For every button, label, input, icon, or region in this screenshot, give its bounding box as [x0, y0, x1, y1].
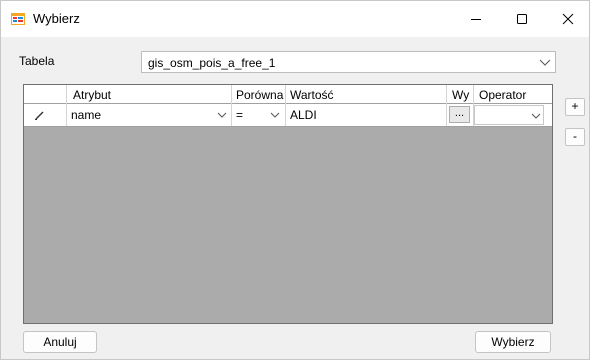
- attribute-value: name: [71, 108, 102, 122]
- window-title: Wybierz: [33, 11, 80, 26]
- minimize-icon: [471, 19, 481, 20]
- conditions-grid[interactable]: Atrybut Porówna Wartość Wy Operator name…: [23, 84, 553, 324]
- chevron-down-icon: [539, 59, 551, 66]
- cancel-button[interactable]: Anuluj: [23, 331, 97, 353]
- value-field[interactable]: ALDI: [286, 104, 447, 126]
- title-bar[interactable]: Wybierz: [1, 1, 589, 37]
- table-select-value: gis_osm_pois_a_free_1: [148, 56, 276, 70]
- chevron-down-icon: [217, 112, 227, 118]
- close-icon: [562, 13, 574, 25]
- form-icon: [11, 12, 25, 26]
- attribute-dropdown[interactable]: name: [67, 104, 232, 126]
- add-row-button[interactable]: +: [565, 98, 585, 116]
- header-operator[interactable]: Operator: [474, 85, 552, 104]
- header-picker[interactable]: Wy: [447, 85, 474, 104]
- table-row[interactable]: name = ALDI ...: [24, 104, 552, 127]
- header-value[interactable]: Wartość: [286, 85, 447, 104]
- maximize-icon: [517, 14, 527, 24]
- operator-dropdown[interactable]: [474, 105, 544, 125]
- remove-row-button[interactable]: -: [565, 128, 585, 146]
- table-label: Tabela: [19, 54, 55, 68]
- header-attribute[interactable]: Atrybut: [67, 85, 232, 104]
- select-button[interactable]: Wybierz: [475, 331, 551, 353]
- operator-cell: [474, 104, 552, 126]
- chevron-down-icon: [270, 112, 280, 118]
- value-picker-cell: ...: [447, 104, 474, 126]
- value-picker-button[interactable]: ...: [449, 106, 470, 123]
- table-select[interactable]: gis_osm_pois_a_free_1: [141, 51, 556, 73]
- header-comparison[interactable]: Porówna: [232, 85, 286, 104]
- comparison-dropdown[interactable]: =: [232, 104, 286, 126]
- close-button[interactable]: [545, 1, 590, 37]
- comparison-value: =: [236, 108, 244, 122]
- row-selector[interactable]: [24, 104, 67, 126]
- maximize-button[interactable]: [499, 1, 545, 37]
- chevron-down-icon: [531, 113, 541, 119]
- edit-pencil-icon: [35, 111, 44, 120]
- grid-header: Atrybut Porówna Wartość Wy Operator: [24, 85, 552, 104]
- value-text: ALDI: [290, 108, 317, 122]
- dialog-window: Wybierz Tabela gis_osm_pois_a_free_1 Atr…: [0, 0, 590, 360]
- minimize-button[interactable]: [453, 1, 499, 37]
- header-row-selector: [24, 85, 67, 104]
